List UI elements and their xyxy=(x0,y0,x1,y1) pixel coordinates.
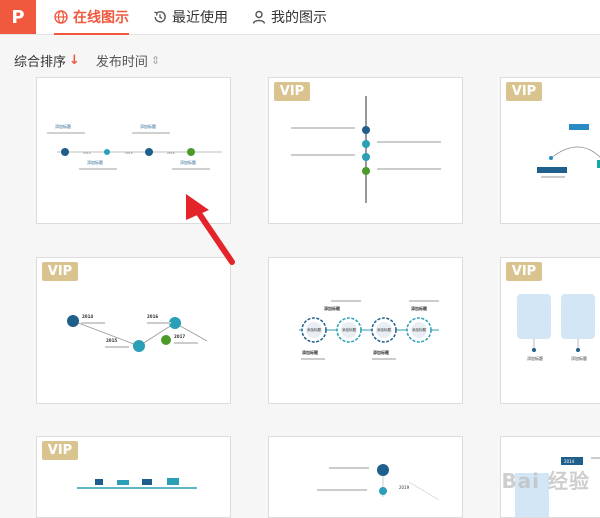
svg-text:添加标题: 添加标题 xyxy=(180,159,196,165)
svg-text:添加标题: 添加标题 xyxy=(377,327,391,332)
tab-my-diagrams[interactable]: 我的图示 xyxy=(252,0,327,34)
arrow-down-icon: ↓ xyxy=(69,53,80,68)
sort-label: 发布时间 xyxy=(95,55,148,70)
template-card[interactable]: VIP xyxy=(268,77,463,224)
app-logo[interactable]: P xyxy=(0,0,36,34)
watermark: Bai 经验 xyxy=(501,469,590,493)
svg-text:2014: 2014 xyxy=(83,151,91,155)
svg-text:2015: 2015 xyxy=(106,338,117,343)
svg-text:添加标题: 添加标题 xyxy=(411,305,428,311)
user-icon xyxy=(252,10,266,24)
svg-text:2019: 2019 xyxy=(399,485,410,490)
svg-text:2014: 2014 xyxy=(82,314,93,319)
vip-badge: VIP xyxy=(42,262,78,281)
svg-text:2014: 2014 xyxy=(564,459,575,464)
template-card[interactable]: 2014 2015 2016 2017 VIP xyxy=(36,257,231,404)
svg-text:添加标题: 添加标题 xyxy=(571,355,587,361)
svg-text:添加标题: 添加标题 xyxy=(527,355,543,361)
svg-text:添加标题: 添加标题 xyxy=(55,123,71,129)
svg-text:添加标题: 添加标题 xyxy=(302,349,319,355)
svg-text:添加标题: 添加标题 xyxy=(324,305,341,311)
tab-online-diagrams[interactable]: 在线图示 xyxy=(54,0,129,35)
globe-icon xyxy=(54,10,68,24)
top-navigation-bar: P 在线图示 最近使用 我的图示 xyxy=(0,0,600,35)
svg-text:添加标题: 添加标题 xyxy=(140,123,156,129)
template-card[interactable]: 添加标题 添加标题 VIP xyxy=(500,257,600,404)
template-card[interactable]: VIP xyxy=(500,77,600,224)
svg-text:添加标题: 添加标题 xyxy=(307,327,321,332)
sort-label: 综合排序 xyxy=(14,55,67,70)
svg-text:2016: 2016 xyxy=(147,314,158,319)
template-card[interactable]: 2019 xyxy=(268,436,463,518)
sort-by-date-button[interactable]: 发布时间 ⇕ xyxy=(96,51,160,70)
annotation-arrow-icon xyxy=(186,194,235,265)
sort-bar: 综合排序 ↓ 发布时间 ⇕ xyxy=(14,51,160,70)
template-card[interactable]: VIP xyxy=(36,436,231,518)
tab-label: 在线图示 xyxy=(73,10,129,26)
svg-text:添加标题: 添加标题 xyxy=(412,327,426,332)
tab-label: 我的图示 xyxy=(271,10,327,26)
svg-text:添加标题: 添加标题 xyxy=(373,349,390,355)
template-thumbnail: 2019 xyxy=(317,464,440,501)
svg-text:添加标题: 添加标题 xyxy=(342,327,356,332)
svg-text:2016: 2016 xyxy=(167,151,175,155)
svg-text:2017: 2017 xyxy=(174,334,185,339)
sort-comprehensive-button[interactable]: 综合排序 ↓ xyxy=(14,51,80,70)
sort-toggle-icon: ⇕ xyxy=(150,54,161,67)
template-card[interactable]: 添加标题 添加标题 添加标题 添加标题 添加标题 添加标题 添加标题 添加标题 xyxy=(268,257,463,404)
template-thumbnail: 添加标题 添加标题 添加标题 添加标题 添加标题 添加标题 添加标题 添加标题 xyxy=(299,300,439,360)
vip-badge: VIP xyxy=(274,82,310,101)
history-icon xyxy=(154,11,166,23)
svg-text:添加标题: 添加标题 xyxy=(87,159,103,165)
tab-recent[interactable]: 最近使用 xyxy=(153,0,228,34)
svg-text:2015: 2015 xyxy=(125,151,133,155)
vip-badge: VIP xyxy=(42,441,78,460)
vip-badge: VIP xyxy=(506,262,542,281)
tab-label: 最近使用 xyxy=(172,10,228,26)
vip-badge: VIP xyxy=(506,82,542,101)
